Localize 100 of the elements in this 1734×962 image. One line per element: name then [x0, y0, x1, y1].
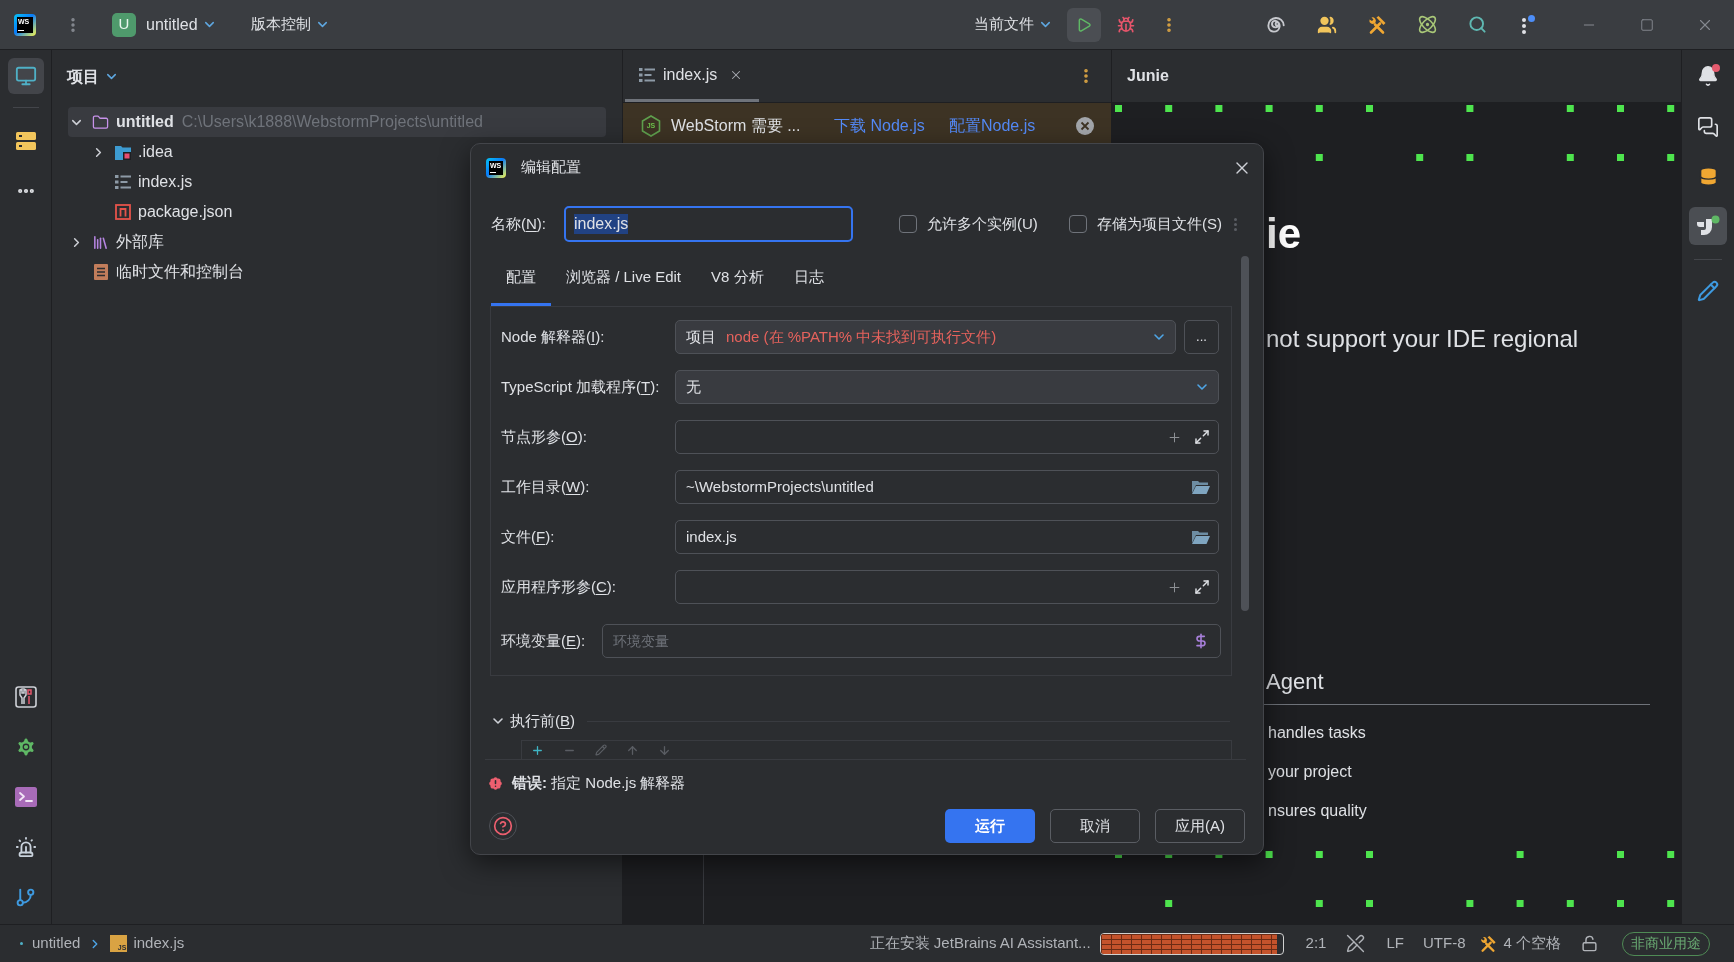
- scrollbar-thumb[interactable]: [1241, 256, 1249, 611]
- expand-icon[interactable]: [1194, 429, 1210, 445]
- dialog-button[interactable]: 运行: [945, 809, 1035, 843]
- error-message: 错误: 指定 Node.js 解释器: [512, 772, 686, 793]
- section-heading: Agent: [1266, 668, 1325, 696]
- project-avatar: U: [112, 12, 136, 37]
- dialog-button[interactable]: 应用(A): [1155, 809, 1245, 843]
- file-encoding[interactable]: UTF-8: [1423, 932, 1466, 955]
- search-icon[interactable]: [1467, 15, 1487, 34]
- hammer-wrench-icon[interactable]: [1367, 14, 1387, 35]
- field-label: TypeScript 加载程序(T):: [501, 376, 661, 397]
- wrench-frame-icon[interactable]: [14, 686, 37, 708]
- checkbox-label[interactable]: 允许多个实例(U): [927, 212, 1038, 236]
- people-icon[interactable]: [1317, 14, 1337, 35]
- drag-handle-icon[interactable]: [1234, 217, 1237, 231]
- field-label: Node 解释器(I):: [501, 326, 606, 347]
- banner-message: WebStorm 需要 ...: [671, 116, 802, 136]
- folder-icon: [114, 144, 131, 160]
- chat-icon[interactable]: [1697, 116, 1719, 138]
- folder-icon: [92, 113, 109, 131]
- run-button[interactable]: [1067, 7, 1101, 42]
- input-field[interactable]: 环境变量: [602, 624, 1222, 658]
- close-circle-icon[interactable]: [1076, 117, 1094, 135]
- dialog-button[interactable]: 取消: [1050, 809, 1140, 843]
- bug-icon[interactable]: [1117, 15, 1135, 34]
- text-lines-icon: [639, 67, 655, 82]
- dropdown[interactable]: 无: [675, 370, 1219, 404]
- field-label: 文件(F):: [501, 526, 556, 547]
- expand-icon[interactable]: [1194, 579, 1210, 595]
- run-config-selector[interactable]: 当前文件: [970, 7, 1057, 42]
- junie-heading: ie: [1266, 210, 1303, 258]
- field-label: 工作目录(W):: [501, 476, 591, 497]
- banner-link[interactable]: 下载 Node.js: [834, 114, 949, 138]
- input-field[interactable]: ~\WebstormProjects\untitled: [675, 470, 1219, 504]
- checkbox-label[interactable]: 存储为项目文件(S): [1097, 212, 1222, 236]
- field-label: 环境变量(E):: [501, 630, 586, 651]
- dialog-tab[interactable]: 浏览器 / Live Edit: [551, 252, 697, 306]
- project-view-selector[interactable]: 项目: [67, 64, 119, 89]
- field-label: 节点形参(O):: [501, 426, 588, 447]
- spiral-icon[interactable]: [1266, 15, 1288, 34]
- edit-icon: [595, 744, 607, 756]
- plus-icon[interactable]: [1167, 579, 1182, 595]
- section-toggle[interactable]: 执行前(B): [490, 709, 575, 733]
- text-lines-icon: [114, 175, 131, 189]
- pen-off-icon[interactable]: [1346, 934, 1366, 953]
- feature-text: your project: [1268, 762, 1353, 782]
- terminal-icon[interactable]: [14, 787, 37, 807]
- background-task[interactable]: 正在安装 JetBrains AI Assistant...: [869, 932, 1091, 955]
- project-selector[interactable]: U untitled: [108, 7, 221, 42]
- pencil-icon[interactable]: [1697, 280, 1719, 302]
- feature-text: handles tasks: [1268, 723, 1367, 743]
- stacked-panels-icon[interactable]: [15, 131, 36, 151]
- input-field[interactable]: [675, 420, 1219, 454]
- name-input[interactable]: index.js: [564, 206, 853, 242]
- tree-item[interactable]: untitled C:\Users\k1888\WebstormProjects\untitled: [68, 107, 606, 137]
- field-label: 名称(N):: [491, 213, 547, 234]
- dialog-tab[interactable]: V8 分析: [696, 252, 779, 306]
- browse-button[interactable]: ...: [1184, 320, 1219, 354]
- dialog-tab[interactable]: 配置: [491, 252, 551, 306]
- bell-with-badge-icon[interactable]: [1697, 65, 1719, 87]
- more-with-badge-icon[interactable]: [1519, 14, 1535, 35]
- panel-title: Junie: [1127, 66, 1169, 86]
- junie-tool-button[interactable]: [1689, 207, 1727, 245]
- monitor-icon[interactable]: [14, 65, 37, 87]
- document-icon: [93, 264, 108, 280]
- junie-subtitle: not support your IDE regional: [1266, 324, 1580, 354]
- folder-icon[interactable]: [1192, 480, 1210, 494]
- feature-text: nsures quality: [1268, 801, 1368, 821]
- line-separator[interactable]: LF: [1386, 932, 1404, 955]
- breadcrumb[interactable]: untitled: [32, 932, 81, 955]
- caret-position[interactable]: 2:1: [1305, 932, 1327, 955]
- play-icon[interactable]: [1076, 16, 1092, 33]
- input-field[interactable]: [675, 570, 1219, 604]
- project-tool-button[interactable]: [7, 58, 44, 94]
- project-path: C:\Users\k1888\WebstormProjects\untitled: [181, 112, 483, 132]
- dialog-title: 编辑配置: [521, 157, 581, 178]
- folder-icon[interactable]: [1192, 530, 1210, 544]
- git-branch-icon[interactable]: [15, 886, 36, 908]
- move-up-icon: [626, 743, 639, 757]
- checkbox[interactable]: [899, 215, 917, 233]
- checkbox[interactable]: [1069, 215, 1087, 233]
- field-label: 应用程序形参(C):: [501, 576, 617, 597]
- vcs-menu[interactable]: 版本控制: [246, 7, 334, 42]
- books-icon: [92, 233, 109, 251]
- indent-setting[interactable]: 4 个空格: [1503, 932, 1561, 955]
- banner-link[interactable]: 配置Node.js: [949, 114, 1036, 138]
- dropdown[interactable]: 项目 node (在 %PATH% 中未找到可执行文件): [675, 320, 1176, 354]
- move-down-icon: [658, 743, 671, 757]
- breadcrumb[interactable]: index.js: [133, 932, 185, 955]
- plus-icon[interactable]: [1167, 429, 1182, 445]
- error-icon: [487, 774, 504, 792]
- atom-icon[interactable]: [1416, 14, 1438, 35]
- input-field[interactable]: index.js: [675, 520, 1219, 554]
- blocks-icon[interactable]: [1696, 215, 1720, 237]
- dialog-tab[interactable]: 日志: [778, 252, 839, 306]
- add-icon[interactable]: [531, 743, 544, 757]
- hammer-wrench-icon[interactable]: [1479, 934, 1498, 953]
- package-icon: [114, 204, 131, 220]
- unlocked-icon[interactable]: [1581, 935, 1598, 952]
- siren-icon[interactable]: [14, 836, 37, 858]
